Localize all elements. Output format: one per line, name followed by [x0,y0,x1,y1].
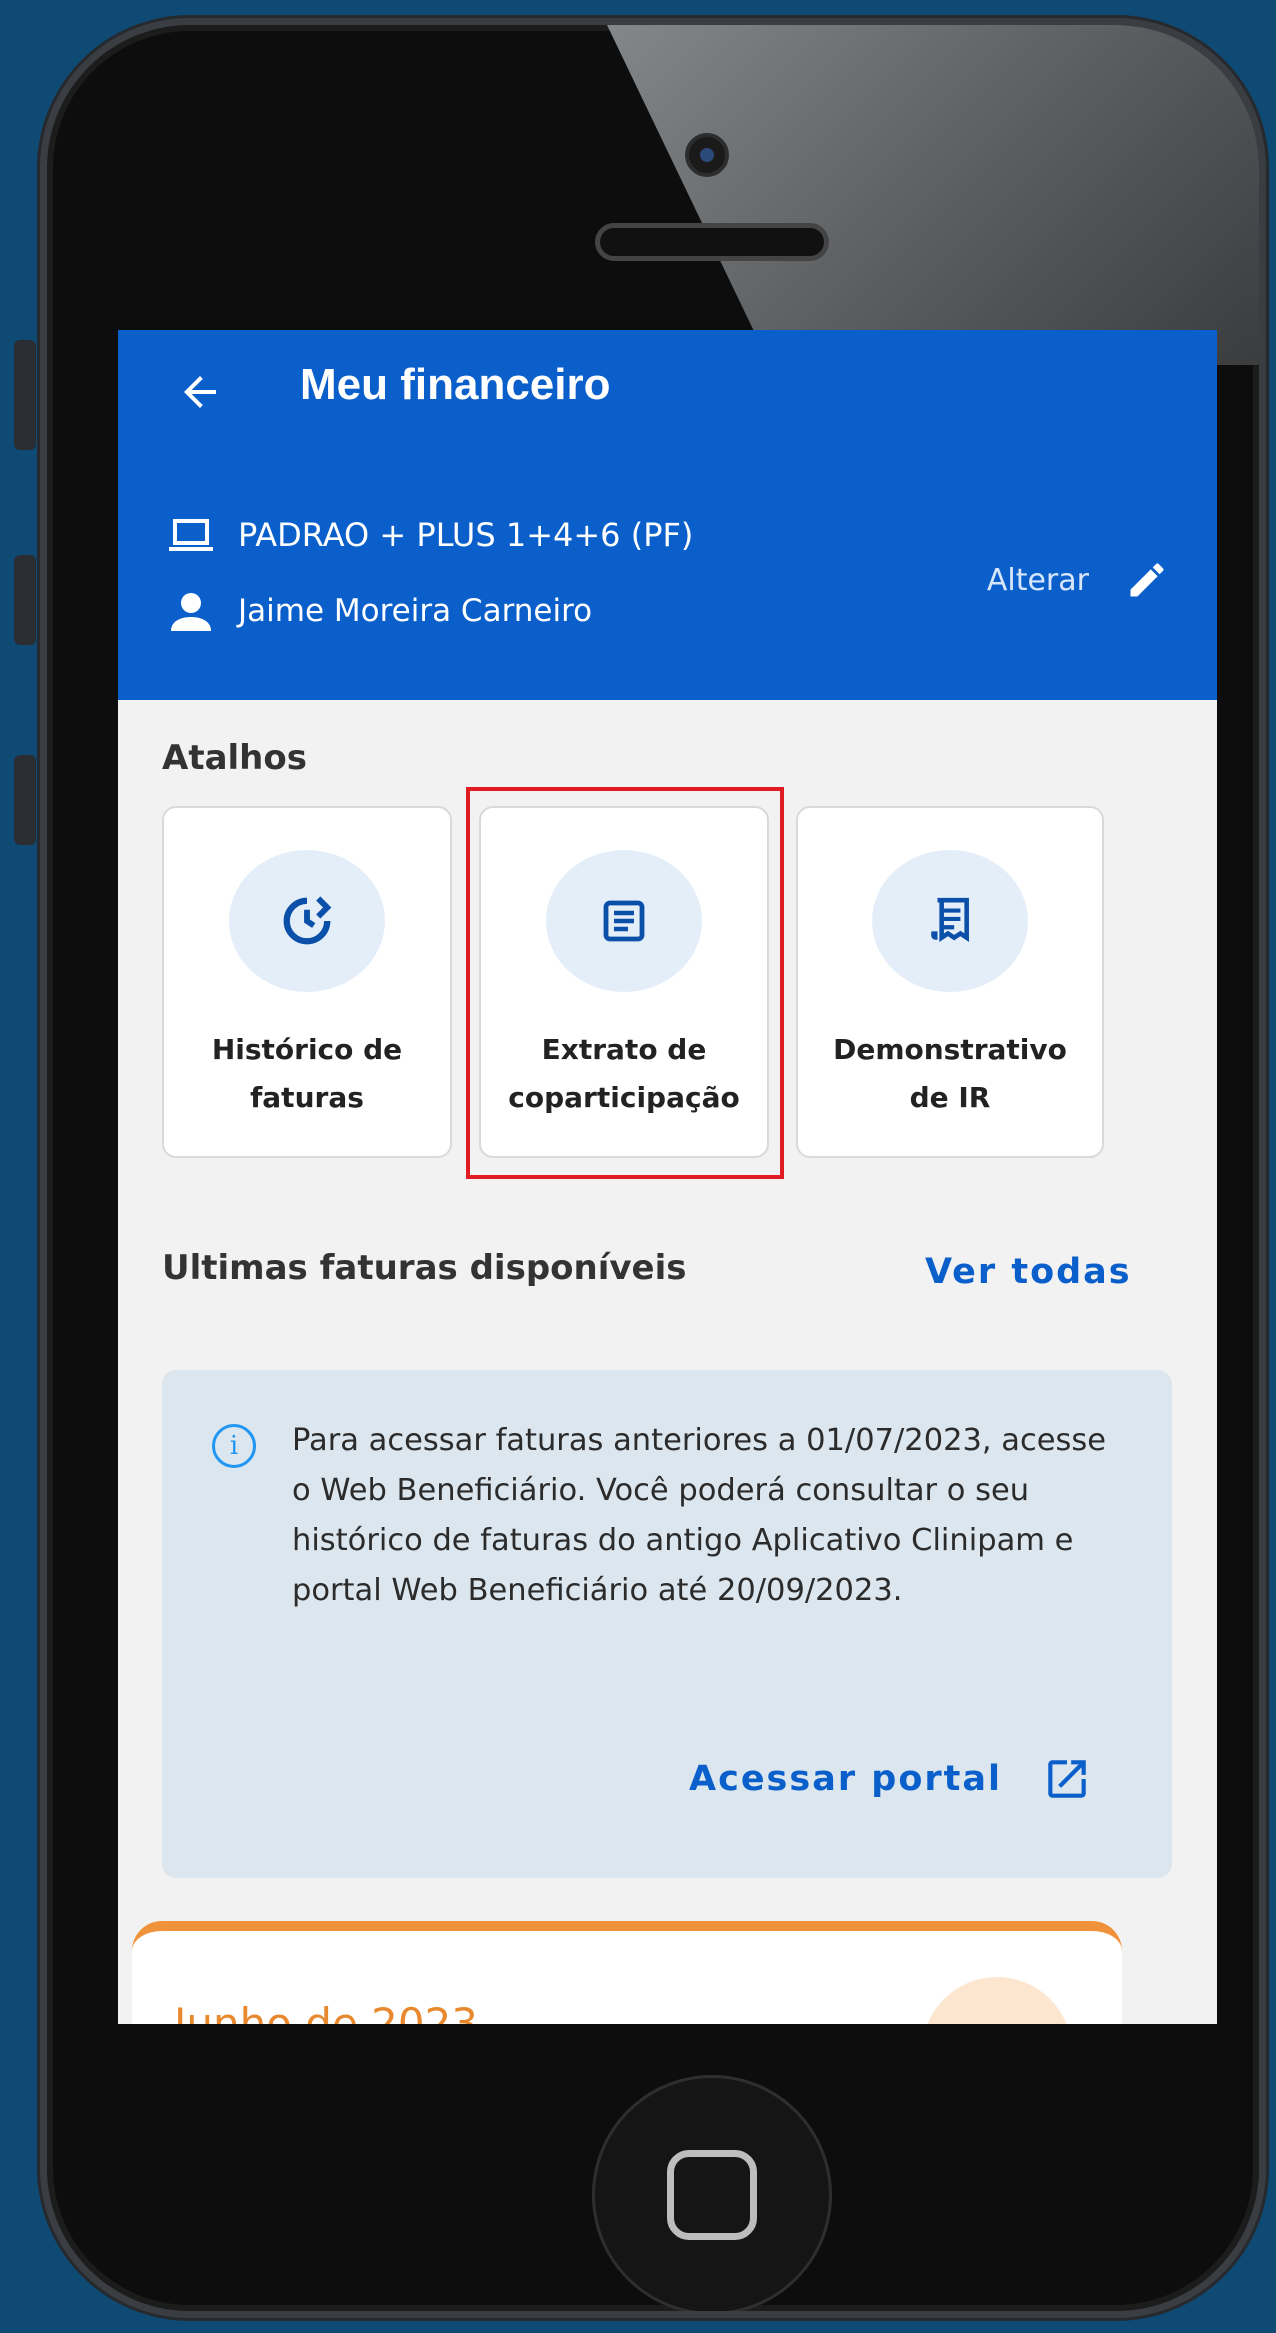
app-screen: Meu financeiro PADRAO + PLUS 1+4+6 (PF) … [118,330,1217,2024]
app-header: Meu financeiro PADRAO + PLUS 1+4+6 (PF) … [118,330,1217,700]
plan-name: PADRAO + PLUS 1+4+6 (PF) [238,516,694,554]
info-banner: i Para acessar faturas anteriores a 01/0… [162,1370,1172,1878]
icon-circle [229,850,385,992]
shortcut-label: Demonstrativo de IR [833,1033,1067,1114]
shortcut-invoice-history[interactable]: Histórico de faturas [162,806,452,1158]
external-link-icon [1048,1760,1086,1798]
invoice-month-title: Junho de 2023 [174,1999,479,2024]
phone-side-button-3 [14,755,36,845]
icon-circle [546,850,702,992]
front-camera [685,133,729,177]
info-text: Para acessar faturas anteriores a 01/07/… [292,1423,1107,1608]
see-all-link[interactable]: Ver todas [925,1252,1132,1292]
home-button[interactable] [592,2075,832,2311]
invoice-card[interactable]: Junho de 2023 [132,1921,1122,2024]
invoices-title: Ultimas faturas disponíveis [162,1248,687,1288]
screen-glare [607,25,1259,365]
earpiece-speaker [595,223,829,261]
back-arrow-icon[interactable] [176,368,224,416]
portal-label: Acessar portal [688,1759,1002,1799]
shortcut-label: Extrato de coparticipação [508,1033,740,1114]
page-title: Meu financeiro [300,360,611,409]
change-button[interactable]: Alterar [987,558,1169,602]
user-name: Jaime Moreira Carneiro [238,593,593,629]
shortcut-coparticipation-statement[interactable]: Extrato de coparticipação [479,806,769,1158]
person-icon [171,593,211,631]
phone-side-button-1 [14,340,36,450]
user-row: Jaime Moreira Carneiro [166,591,592,631]
access-portal-button[interactable]: Acessar portal [689,1754,1092,1804]
history-icon [283,896,332,945]
change-label: Alterar [986,562,1089,598]
document-icon [603,900,645,942]
shortcut-ir-statement[interactable]: Demonstrativo de IR [796,806,1104,1158]
phone-side-button-2 [14,555,36,645]
pencil-icon [1130,563,1164,597]
invoice-icon-circle [922,1977,1072,2024]
info-icon: i [212,1424,256,1468]
icon-circle [872,850,1028,992]
shortcut-label: Histórico de faturas [211,1033,403,1114]
shortcuts-title: Atalhos [162,738,307,778]
plan-row: PADRAO + PLUS 1+4+6 (PF) [166,515,693,555]
laptop-icon [169,519,213,551]
receipt-icon [931,897,969,942]
